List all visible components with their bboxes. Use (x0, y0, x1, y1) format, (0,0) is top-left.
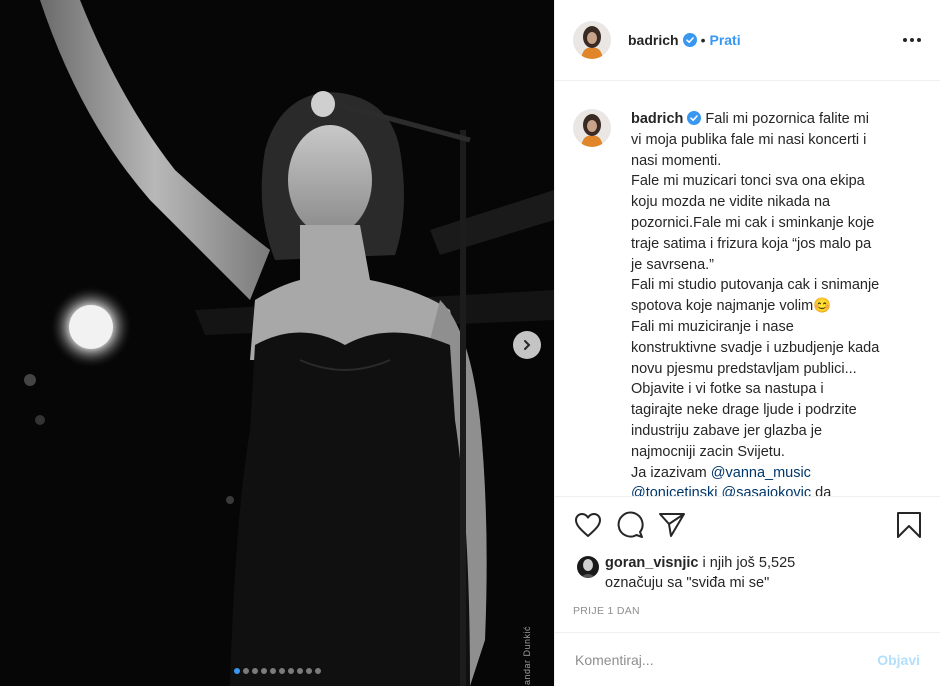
mention-link[interactable]: @sasajokovic (721, 485, 811, 496)
bookmark-icon (897, 512, 921, 538)
caption-username[interactable]: badrich (631, 111, 683, 127)
slide-dot (287, 668, 294, 674)
caption-text: badrich Fali mi pozornica falite mi vi m… (631, 109, 913, 496)
post-media[interactable]: andar Dunkić (0, 0, 554, 686)
post-header: badrich • Prati (555, 0, 940, 81)
caption-line: spotova koje najmanje volim😊 (631, 298, 832, 315)
concert-photo (0, 0, 554, 686)
caption-line: nasi momenti. (631, 152, 722, 169)
comment-bubble-icon (617, 511, 644, 538)
more-icon (903, 38, 921, 42)
likes-line: goran_visnjic i njih još 5,525 (605, 553, 795, 573)
comment-input[interactable] (573, 650, 878, 669)
caption-line: konstruktivne svadje i uzbudjenje kada (631, 339, 880, 356)
mention-link[interactable]: @vanna_music (711, 465, 811, 481)
header-username[interactable]: badrich (628, 32, 679, 48)
slide-dot (260, 668, 267, 674)
caption-challenge-line: Ja izazivam @vanna_music (631, 463, 913, 484)
caption-challenge-prefix: Ja izazivam (631, 464, 711, 481)
instagram-post: andar Dunkić badrich • Prati badrich Fal… (0, 0, 940, 686)
slide-dot (269, 668, 276, 674)
chevron-right-icon (524, 340, 531, 350)
photo-credit: andar Dunkić (522, 625, 532, 685)
caption-line: Objavite i vi fotke sa nastupa i (631, 381, 824, 398)
verified-badge-icon (687, 111, 702, 125)
caption-line: novu pjesmu predstavljam publici... (631, 360, 857, 377)
paper-plane-icon (659, 513, 685, 537)
more-options-button[interactable] (900, 28, 924, 52)
share-button[interactable] (657, 510, 687, 540)
caption-line: vi moja publika fale mi nasi koncerti i (631, 131, 867, 148)
post-timestamp[interactable]: PRIJE 1 DAN (555, 599, 940, 633)
add-comment-row: Objavi (555, 633, 940, 686)
caption-line: Fale mi muzicari tonci sva ona ekipa (631, 173, 865, 190)
liker-username[interactable]: goran_visnjic (605, 555, 698, 571)
caption-line: traje satima i frizura koja “jos malo pa (631, 235, 872, 252)
slide-dot (251, 668, 258, 674)
avatar[interactable] (573, 21, 611, 59)
likes-line-2: označuju sa "sviđa mi se" (605, 575, 770, 591)
caption-line: tagirajte neke drage ljude i podrzite (631, 402, 857, 419)
caption-line: Fali mi muziciranje i nase (631, 318, 794, 335)
follow-button[interactable]: Prati (709, 32, 740, 48)
caption-mentions-line: @tonicetinski @sasajokovic da (631, 483, 913, 497)
liker-avatar[interactable] (577, 556, 599, 578)
caption-area: badrich Fali mi pozornica falite mi vi m… (555, 81, 940, 497)
caption-line: Fali mi studio putovanja cak i snimanje (631, 277, 880, 294)
header-separator: • (700, 32, 706, 48)
next-slide-button[interactable] (513, 331, 541, 359)
caption-line: je savrsena.” (631, 256, 715, 273)
post-comment-button[interactable]: Objavi (877, 652, 920, 668)
caption-first-line: badrich Fali mi pozornica falite mi (631, 109, 913, 130)
slide-dot (296, 668, 303, 674)
slide-dot (305, 668, 312, 674)
mention-link[interactable]: @tonicetinski (631, 485, 717, 496)
caption-line: najmocniji zacin Svijetu. (631, 443, 785, 460)
caption-line: pozornici.Fale mi cak i sminkanje koje (631, 214, 875, 231)
caption-line: industriju zabave jer glazba je (631, 422, 823, 439)
slide-dot (233, 668, 240, 674)
caption-trailing: da (811, 485, 832, 497)
likes-count[interactable]: i njih još 5,525 (698, 555, 796, 571)
verified-badge-icon (682, 33, 697, 47)
comment-button[interactable] (615, 510, 645, 540)
action-bar (555, 497, 940, 553)
slide-dot (314, 668, 321, 674)
caption-line: koju mozda ne vidite nikada na (631, 194, 831, 211)
save-button[interactable] (894, 510, 924, 540)
slide-indicator (0, 668, 554, 674)
slide-dot (242, 668, 249, 674)
caption-avatar[interactable] (573, 109, 611, 147)
heart-icon (575, 513, 601, 537)
like-button[interactable] (573, 510, 603, 540)
post-side-panel: badrich • Prati badrich Fali mi pozornic… (554, 0, 940, 686)
slide-dot (278, 668, 285, 674)
likes-text: goran_visnjic i njih još 5,525 označuju … (605, 553, 795, 599)
caption-line: Fali mi pozornica falite mi (705, 111, 869, 127)
likes-section: goran_visnjic i njih još 5,525 označuju … (555, 553, 940, 599)
